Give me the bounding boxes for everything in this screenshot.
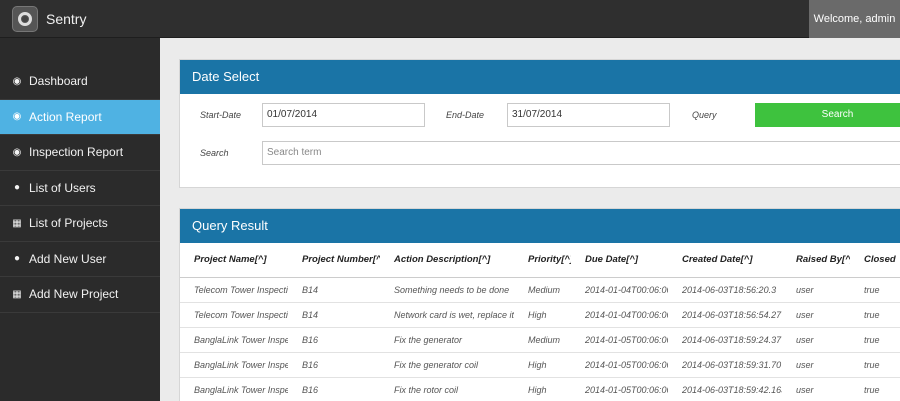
table-cell: true — [850, 377, 900, 401]
table-cell: true — [850, 352, 900, 378]
table-cell: 2014-06-03T18:56:20.3 — [668, 277, 782, 303]
dashboard-icon: ◉ — [12, 75, 22, 87]
table-body: Telecom Tower Inspection B14 Something nee… — [180, 277, 900, 401]
table-cell: High — [514, 377, 571, 401]
sidebar-item-list-of-users[interactable]: ● List of Users — [0, 171, 160, 206]
table-cell: Telecom Tower Inspection — [180, 302, 288, 328]
dashboard-icon: ◉ — [12, 146, 22, 158]
column-header[interactable]: Priority[^] — [514, 243, 571, 278]
main-content: Date Select Start-Date 01/07/2014 End-Da… — [160, 38, 900, 401]
table-cell: 2014-06-03T18:59:24.377 — [668, 327, 782, 353]
top-navbar: Sentry Welcome, admin — [0, 0, 900, 38]
table-cell: Fix the generator — [380, 327, 514, 353]
sidebar-item-add-new-project[interactable]: ▦ Add New Project — [0, 277, 160, 313]
results-table: Project Name[^] Project Number[^] Action D… — [180, 243, 900, 401]
table-cell: BanglaLink Tower Inspection — [180, 352, 288, 378]
query-result-panel: Query Result Project Name[^] Project Numb… — [179, 208, 900, 401]
table-cell: true — [850, 327, 900, 353]
table-cell: user — [782, 377, 850, 401]
query-result-title: Query Result — [180, 209, 900, 243]
table-cell: Telecom Tower Inspection — [180, 277, 288, 303]
table-cell: Medium — [514, 327, 571, 353]
table-cell: user — [782, 327, 850, 353]
column-header[interactable]: Project Number[^] — [288, 243, 380, 278]
start-date-label: Start-Date — [200, 110, 242, 120]
search-label: Search — [200, 148, 229, 158]
table-cell: 2014-06-03T18:56:54.27 — [668, 302, 782, 328]
sidebar-item-label: Add New Project — [29, 287, 119, 302]
end-date-label: End-Date — [446, 110, 485, 120]
column-header[interactable]: Action Description[^] — [380, 243, 514, 278]
sidebar-item-label: List of Users — [29, 180, 96, 195]
table-cell: B14 — [288, 277, 380, 303]
table-cell: B16 — [288, 327, 380, 353]
column-header[interactable]: Project Name[^] — [180, 243, 288, 278]
table-cell: user — [782, 302, 850, 328]
table-row[interactable]: Telecom Tower Inspection B14 Network card … — [180, 302, 900, 328]
table-cell: Network card is wet, replace it. — [380, 302, 514, 328]
sidebar-item-list-of-projects[interactable]: ▦ List of Projects — [0, 206, 160, 242]
table-cell: true — [850, 302, 900, 328]
date-select-panel: Date Select Start-Date 01/07/2014 End-Da… — [179, 59, 900, 188]
table-cell: High — [514, 352, 571, 378]
search-input[interactable]: Search term — [262, 141, 900, 165]
column-header[interactable]: Created Date[^] — [668, 243, 782, 278]
table-row[interactable]: Telecom Tower Inspection B14 Something nee… — [180, 277, 900, 303]
search-button[interactable]: Search — [755, 103, 900, 127]
table-cell: BanglaLink Tower Inspection — [180, 377, 288, 401]
query-label: Query — [692, 110, 717, 120]
user-icon: ● — [13, 182, 21, 194]
table-row[interactable]: BanglaLink Tower InspectionB16Fix the ge… — [180, 327, 900, 353]
table-cell: 2014-01-05T00:06:00 — [571, 352, 668, 378]
column-header[interactable]: Raised By[^] — [782, 243, 850, 278]
table-cell: user — [782, 352, 850, 378]
table-cell: true — [850, 277, 900, 303]
column-header[interactable]: Closed — [850, 243, 900, 278]
sidebar-item-label: Action Report — [29, 109, 102, 124]
start-date-input[interactable]: 01/07/2014 — [262, 103, 425, 127]
date-select-title: Date Select — [180, 60, 900, 94]
sidebar-item-label: List of Projects — [29, 216, 108, 231]
welcome-user-menu[interactable]: Welcome, admin — [809, 0, 900, 38]
table-cell: B16 — [288, 352, 380, 378]
table-cell: user — [782, 277, 850, 303]
calendar-icon: ▦ — [12, 217, 22, 229]
table-cell: Something needs to be done — [380, 277, 514, 303]
table-cell: B16 — [288, 377, 380, 401]
table-cell: 2014-06-03T18:59:31.707 — [668, 352, 782, 378]
sidebar-item-label: Inspection Report — [29, 145, 124, 160]
sidebar-item-add-new-user[interactable]: ● Add New User — [0, 242, 160, 277]
sidebar-item-inspection-report[interactable]: ◉ Inspection Report — [0, 135, 160, 171]
table-cell: B14 — [288, 302, 380, 328]
sidebar: ◉ Dashboard ◉ Action Report ◉ Inspection Repo… — [0, 38, 160, 401]
sentry-logo-icon[interactable] — [12, 6, 38, 32]
table-cell: High — [514, 302, 571, 328]
calendar-icon: ▦ — [12, 288, 22, 300]
end-date-input[interactable]: 31/07/2014 — [507, 103, 670, 127]
sidebar-item-dashboard[interactable]: ◉ Dashboard — [0, 64, 160, 100]
sidebar-item-label: Dashboard — [29, 74, 88, 89]
table-cell: Medium — [514, 277, 571, 303]
table-cell: 2014-01-05T00:06:00 — [571, 327, 668, 353]
table-cell: BanglaLink Tower Inspection — [180, 327, 288, 353]
table-cell: Fix the generator coil — [380, 352, 514, 378]
dashboard-icon: ◉ — [12, 111, 22, 123]
column-header[interactable]: Due Date[^] — [571, 243, 668, 278]
table-cell: 2014-01-05T00:06:00 — [571, 377, 668, 401]
sidebar-item-action-report[interactable]: ◉ Action Report — [0, 99, 160, 135]
table-header-row: Project Name[^] Project Number[^] Action D… — [180, 243, 900, 278]
user-icon: ● — [13, 253, 21, 265]
table-cell: 2014-01-04T00:06:00 — [571, 277, 668, 303]
table-row[interactable]: BanglaLink Tower InspectionB16Fix the ro… — [180, 377, 900, 401]
table-cell: Fix the rotor coil — [380, 377, 514, 401]
brand-title[interactable]: Sentry — [46, 11, 86, 27]
sidebar-item-label: Add New User — [29, 251, 107, 266]
table-cell: 2014-01-04T00:06:00 — [571, 302, 668, 328]
table-row[interactable]: BanglaLink Tower InspectionB16Fix the ge… — [180, 352, 900, 378]
table-cell: 2014-06-03T18:59:42.163 — [668, 377, 782, 401]
